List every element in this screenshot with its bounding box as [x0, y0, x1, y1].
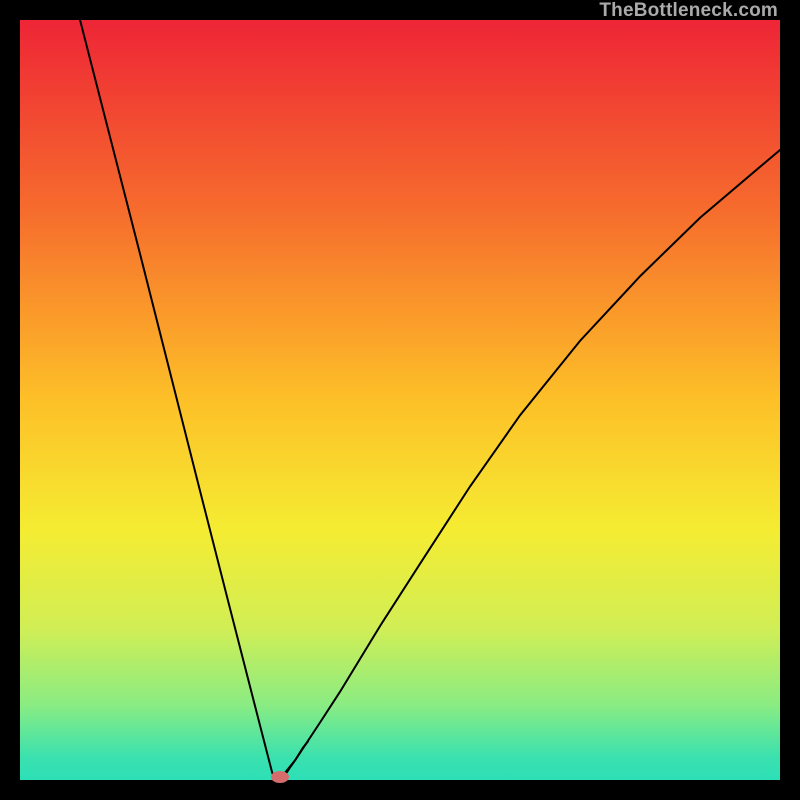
chart-curves: [20, 20, 780, 780]
chart-frame: [0, 0, 800, 800]
curve-right-branch: [280, 150, 780, 779]
curve-left-branch: [80, 20, 308, 779]
watermark-text: TheBottleneck.com: [599, 0, 778, 22]
bottleneck-marker: [271, 771, 289, 783]
